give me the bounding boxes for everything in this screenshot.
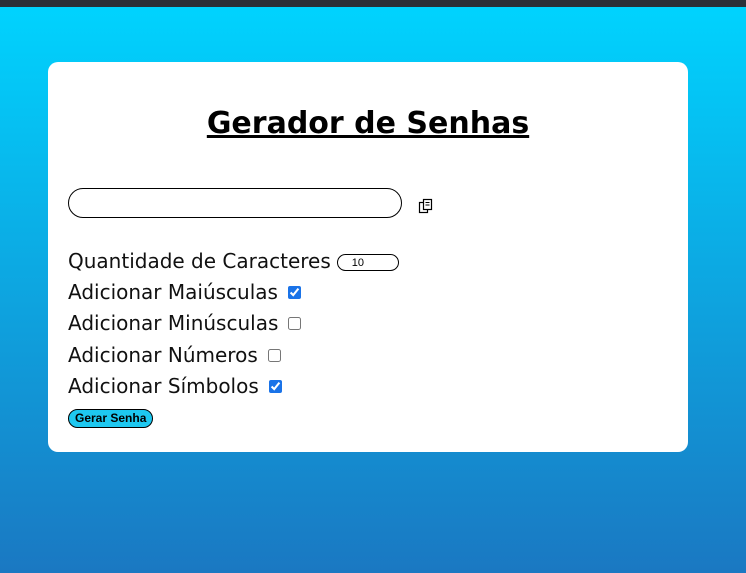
numbers-checkbox[interactable] — [267, 348, 281, 362]
symbols-option-row: Adicionar Símbolos — [68, 372, 282, 400]
copy-icon[interactable] — [418, 198, 434, 216]
numbers-option-row: Adicionar Números — [68, 341, 281, 369]
length-input[interactable] — [336, 254, 399, 271]
symbols-checkbox[interactable] — [268, 379, 282, 393]
length-label: Quantidade de Caracteres — [68, 249, 331, 273]
password-generator-card: Gerador de Senhas Quantidade de Caracter… — [48, 62, 688, 452]
lowercase-option-row: Adicionar Minúsculas — [68, 309, 302, 337]
lowercase-checkbox[interactable] — [288, 316, 302, 330]
password-output-field[interactable] — [68, 188, 402, 218]
generate-password-button[interactable]: Gerar Senha — [68, 409, 154, 428]
page-title: Gerador de Senhas — [206, 106, 530, 141]
symbols-label: Adicionar Símbolos — [68, 374, 259, 398]
lowercase-label: Adicionar Minúsculas — [68, 311, 279, 335]
browser-top-bar — [0, 0, 746, 7]
uppercase-option-row: Adicionar Maiúsculas — [68, 278, 301, 306]
uppercase-checkbox[interactable] — [287, 285, 301, 299]
numbers-label: Adicionar Números — [68, 343, 258, 367]
uppercase-label: Adicionar Maiúsculas — [68, 280, 278, 304]
length-option-row: Quantidade de Caracteres — [68, 247, 399, 275]
